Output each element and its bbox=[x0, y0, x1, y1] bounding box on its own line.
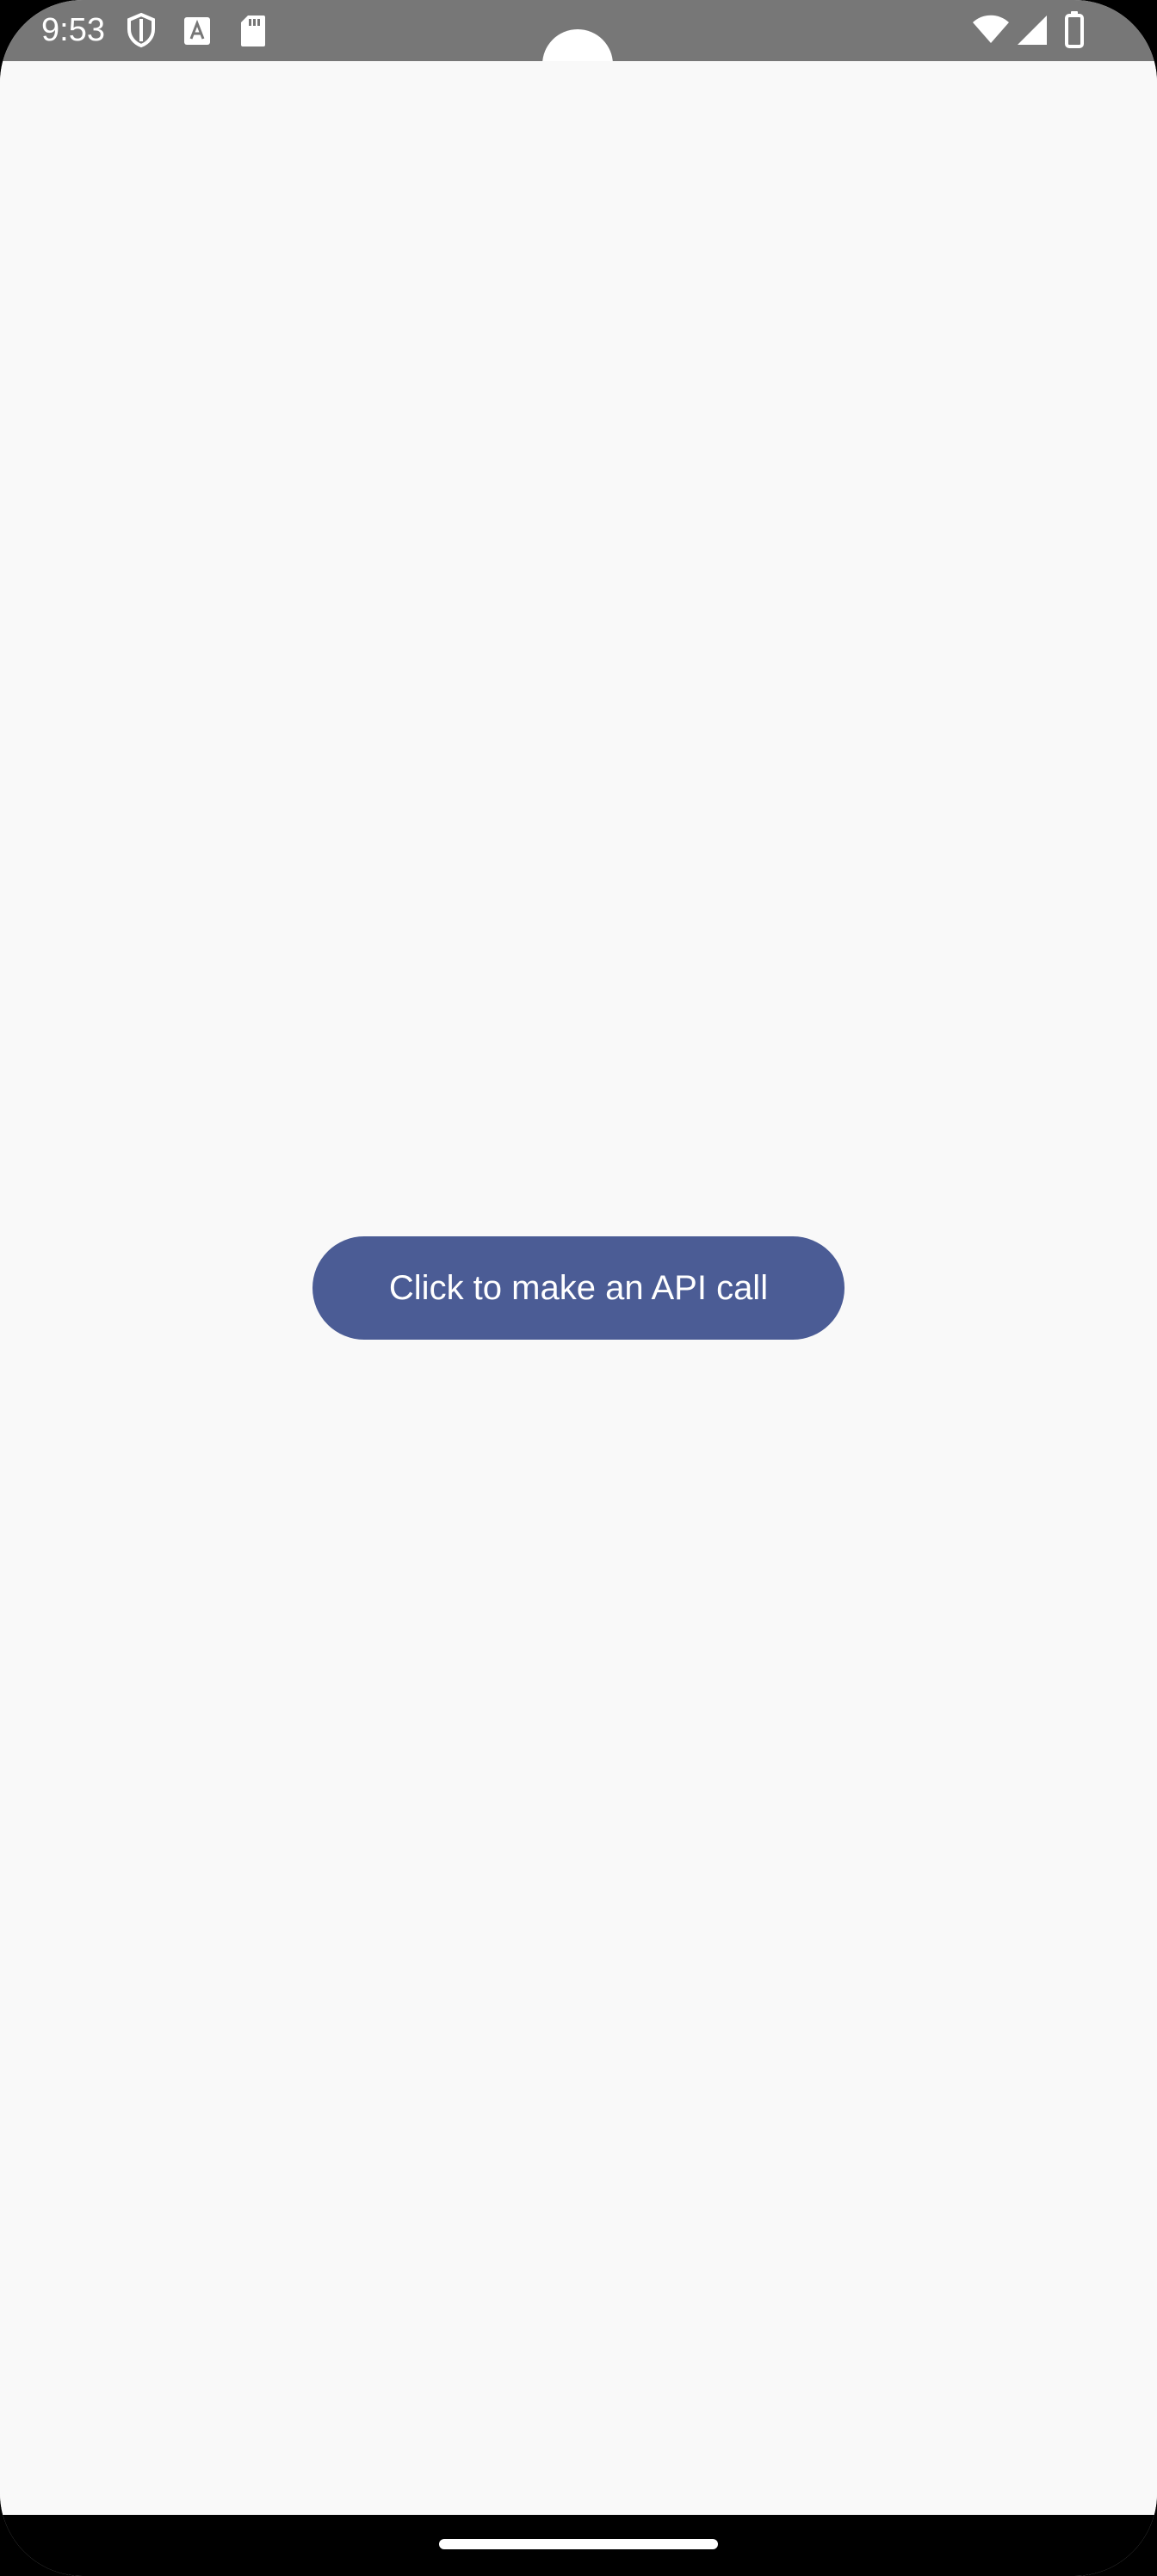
app-content: Click to make an API call bbox=[0, 61, 1157, 2515]
api-call-button[interactable]: Click to make an API call bbox=[312, 1236, 845, 1340]
navigation-bar bbox=[0, 2515, 1157, 2576]
device-screen: 9:53 Click to make an API call bbox=[0, 0, 1157, 2576]
status-time: 9:53 bbox=[41, 12, 105, 48]
battery-icon bbox=[1064, 10, 1085, 53]
wifi-icon bbox=[971, 14, 1011, 49]
text-a-icon bbox=[183, 15, 212, 51]
home-gesture-handle[interactable] bbox=[439, 2539, 718, 2549]
sd-card-icon bbox=[239, 14, 267, 53]
shield-icon bbox=[126, 12, 157, 53]
cellular-signal-icon bbox=[1016, 14, 1049, 51]
